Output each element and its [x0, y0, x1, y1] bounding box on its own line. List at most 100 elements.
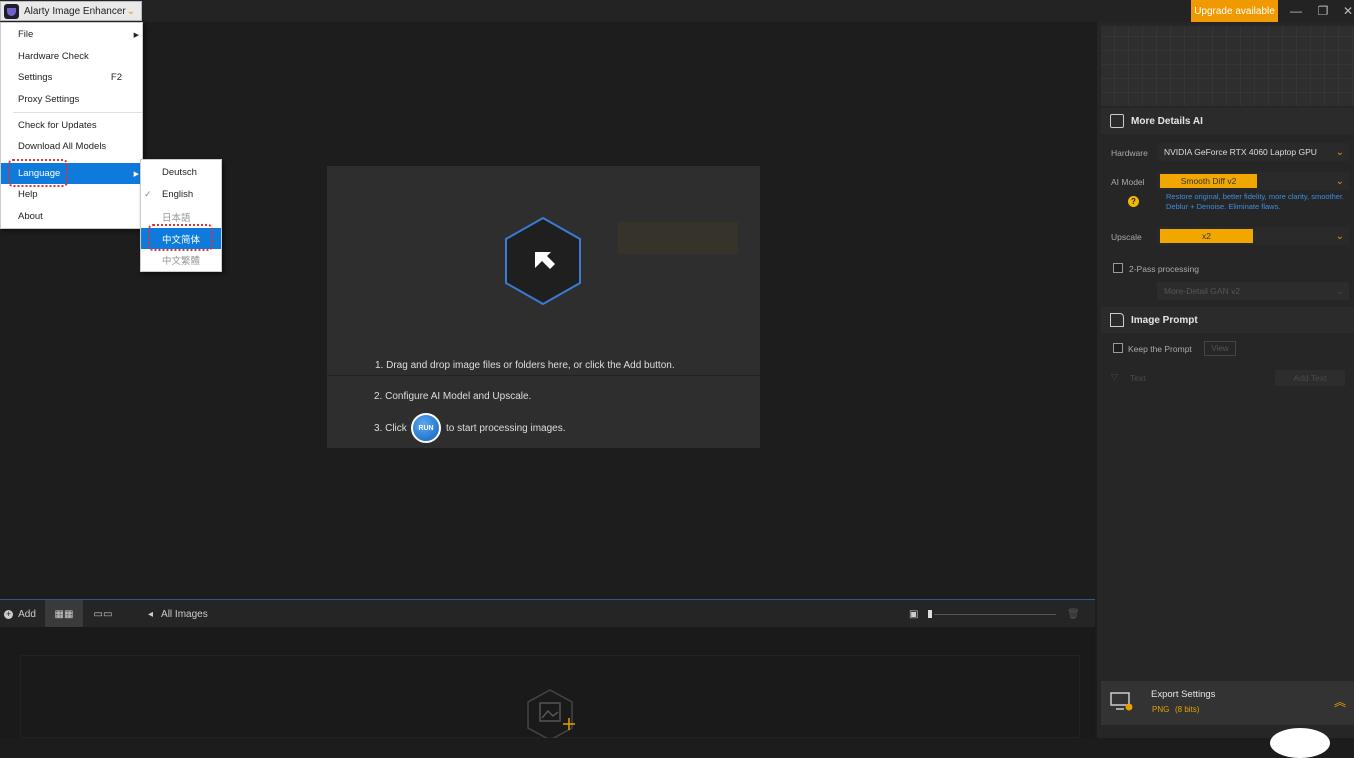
divider — [327, 375, 760, 376]
chevron-down-icon: ⌄ — [1335, 175, 1344, 187]
trash-icon[interactable]: 🗑 — [1067, 600, 1080, 628]
chevron-down-icon: ⌄ — [1335, 230, 1344, 242]
menu-item-hardware-check[interactable]: Hardware Check — [1, 46, 142, 67]
chevron-right-icon: ▶ — [133, 31, 139, 39]
keep-prompt-checkbox[interactable] — [1113, 343, 1123, 353]
export-title: Export Settings — [1151, 689, 1216, 700]
language-chinese-traditional[interactable]: 中文繁體 — [141, 249, 221, 270]
add-files-hexagon-icon[interactable] — [503, 216, 583, 306]
monitor-gear-icon — [1110, 692, 1133, 711]
menu-item-about[interactable]: About — [1, 206, 142, 227]
filter-icon: ▽ — [1111, 372, 1118, 382]
language-submenu: Deutsch ✓ English 日本語 中文简体 中文繁體 — [140, 159, 222, 272]
step-3-text: 3. Click — [374, 423, 407, 434]
enhance-icon — [1110, 114, 1124, 128]
step-2-text: 2. Configure AI Model and Upscale. — [374, 391, 532, 402]
export-settings-bar[interactable]: Export Settings PNG (8 bits) ︽ — [1101, 681, 1354, 725]
compare-view-button[interactable]: ▭▭ — [88, 600, 118, 628]
language-label: English — [162, 189, 194, 200]
grid-icon: ▦▦ — [54, 608, 74, 620]
app-menu-button[interactable]: Alarty Image Enhancer ⌄ — [0, 1, 142, 21]
two-pass-model-dropdown: More-Detail GAN v2 ⌄ — [1157, 282, 1349, 300]
all-images-button[interactable]: ◂ All Images — [148, 600, 208, 628]
export-format: PNG — [1152, 705, 1170, 714]
upscale-dropdown[interactable]: x2 ⌄ — [1157, 227, 1349, 245]
add-button[interactable]: + Add — [0, 600, 40, 628]
grid-view-button[interactable]: ▦▦ — [45, 600, 83, 628]
language-label: 中文繁體 — [162, 255, 201, 267]
ai-model-value: Smooth Diff v2 — [1160, 174, 1257, 188]
ai-model-label: AI Model — [1111, 177, 1145, 187]
menu-item-settings[interactable]: Settings F2 — [1, 67, 142, 88]
menu-item-label: Hardware Check — [18, 51, 89, 62]
hardware-value: NVIDIA GeForce RTX 4060 Laptop GPU — [1164, 147, 1317, 157]
view-button[interactable]: View — [1204, 341, 1236, 356]
menu-item-label: Settings — [18, 72, 53, 83]
step-3-suffix: to start processing images. — [446, 423, 566, 434]
app-title: Alarty Image Enhancer — [24, 5, 126, 17]
close-button[interactable]: ✕ — [1336, 0, 1354, 22]
export-bits: (8 bits) — [1175, 705, 1200, 714]
maximize-button[interactable]: ❐ — [1311, 0, 1335, 22]
app-logo-icon — [4, 3, 19, 19]
chevron-up-double-icon[interactable]: ︽ — [1334, 693, 1346, 710]
title-bar — [0, 0, 1354, 22]
document-icon — [1110, 313, 1124, 327]
image-prompt-header: Image Prompt — [1101, 307, 1354, 333]
upscale-value: x2 — [1160, 229, 1253, 243]
minimize-button[interactable]: — — [1284, 0, 1308, 22]
compare-icon: ▭▭ — [93, 608, 113, 620]
language-label: 日本語 — [162, 212, 191, 224]
all-images-label: All Images — [161, 608, 208, 620]
preview-thumbnail — [1101, 26, 1354, 106]
language-label: Deutsch — [162, 167, 197, 178]
menu-item-label: Help — [18, 189, 38, 200]
drop-zone[interactable] — [327, 166, 760, 448]
menu-item-help[interactable]: Help — [1, 184, 142, 205]
text-label: Text — [1130, 373, 1146, 383]
menu-item-download-models[interactable]: Download All Models — [1, 136, 142, 157]
menu-separator — [13, 112, 142, 113]
chevron-down-icon: ⌄ — [1335, 146, 1344, 158]
ai-model-dropdown[interactable]: Smooth Diff v2 ⌄ — [1157, 172, 1349, 190]
language-english[interactable]: ✓ English — [141, 184, 221, 205]
two-pass-checkbox[interactable] — [1113, 263, 1123, 273]
menu-item-proxy-settings[interactable]: Proxy Settings — [1, 89, 142, 110]
two-pass-label: 2-Pass processing — [1129, 264, 1199, 274]
menu-item-label: Download All Models — [18, 141, 107, 152]
highlight-language — [8, 159, 68, 187]
app-dropdown-menu: File ▶ Hardware Check Settings F2 Proxy Se… — [0, 22, 143, 229]
menu-item-file[interactable]: File ▶ — [1, 24, 142, 45]
highlight-chinese-simplified — [148, 224, 213, 251]
bottom-toolbar: + Add ▦▦ ▭▭ ◂ All Images ▣ 🗑 — [0, 599, 1095, 628]
more-details-ai-header: More Details AI — [1101, 108, 1354, 134]
thumbnail-size-slider[interactable] — [928, 600, 1056, 628]
upgrade-button[interactable]: Upgrade available — [1191, 0, 1278, 22]
model-description: Restore original, better fidelity, more … — [1166, 192, 1345, 211]
arrow-left-icon: ◂ — [148, 608, 154, 620]
section-title: Image Prompt — [1131, 314, 1198, 326]
menu-item-check-updates[interactable]: Check for Updates — [1, 115, 142, 136]
upscale-label: Upscale — [1111, 232, 1142, 242]
menu-item-label: Check for Updates — [18, 120, 97, 131]
chevron-right-icon: ▶ — [133, 170, 139, 178]
floating-button[interactable] — [1270, 728, 1330, 758]
hardware-dropdown[interactable]: NVIDIA GeForce RTX 4060 Laptop GPU ⌄ — [1157, 143, 1349, 161]
two-pass-model-value: More-Detail GAN v2 — [1164, 286, 1241, 296]
checkmark-icon: ✓ — [144, 189, 152, 199]
step-1-text: 1. Drag and drop image files or folders … — [375, 360, 675, 371]
add-label: Add — [18, 608, 36, 620]
add-text-button: Add Text — [1275, 370, 1345, 386]
run-button[interactable]: RUN — [411, 413, 441, 443]
shortcut-label: F2 — [110, 72, 122, 83]
language-deutsch[interactable]: Deutsch — [141, 162, 221, 183]
add-image-icon[interactable] — [525, 688, 580, 738]
ghost-panel — [618, 222, 738, 254]
chevron-down-icon: ⌄ — [126, 5, 135, 17]
hardware-label: Hardware — [1111, 148, 1148, 158]
thumbnail-size-icon: ▣ — [909, 608, 919, 620]
section-title: More Details AI — [1131, 115, 1203, 127]
help-icon[interactable]: ? — [1128, 196, 1139, 207]
menu-item-label: Proxy Settings — [18, 94, 80, 105]
plus-circle-icon: + — [4, 608, 14, 619]
